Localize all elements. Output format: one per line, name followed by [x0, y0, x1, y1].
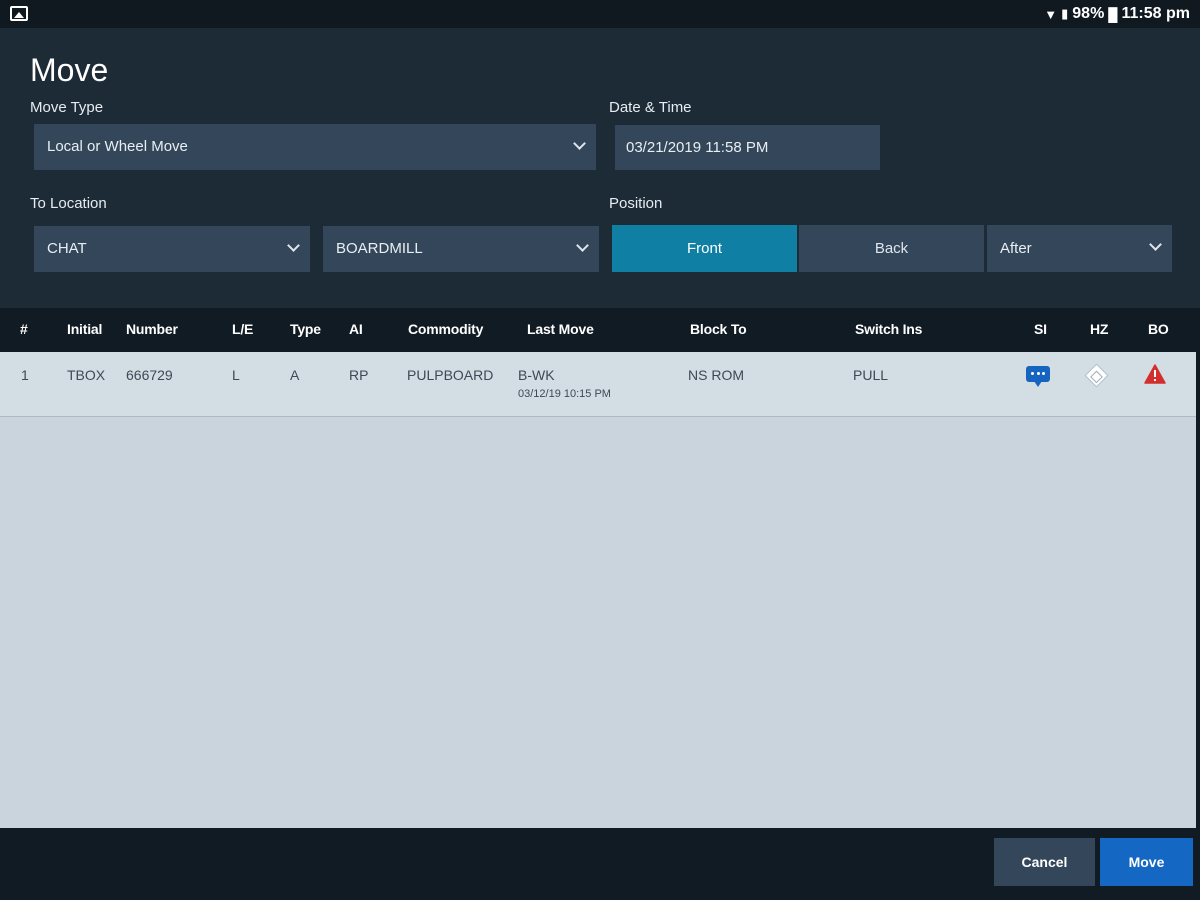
col-block-to: Block To [690, 321, 747, 337]
track-select[interactable]: BOARDMILL [323, 226, 599, 272]
table-header: # Initial Number L/E Type AI Commodity L… [0, 308, 1200, 352]
battery-percent: 98% [1072, 5, 1105, 22]
cell-switch-ins: PULL [853, 367, 889, 383]
cell-type: A [290, 367, 300, 383]
wifi-icon: ▼ [1044, 6, 1058, 22]
track-value: BOARDMILL [336, 240, 423, 257]
table-edge [1196, 352, 1200, 828]
col-initial: Initial [67, 321, 103, 337]
status-indicators: ▼ ▮ 98% █ 11:58 pm [1044, 5, 1190, 23]
position-back-button[interactable]: Back [799, 225, 984, 272]
position-front-button[interactable]: Front [612, 225, 797, 272]
col-number: Number [126, 321, 178, 337]
datetime-label: Date & Time [609, 99, 692, 116]
cell-block-to: NS ROM [688, 367, 744, 383]
location-value: CHAT [47, 240, 87, 257]
col-type: Type [290, 321, 321, 337]
col-hz: HZ [1090, 321, 1109, 337]
table-row[interactable]: 1 TBOX 666729 L A RP PULPBOARD B-WK 03/1… [0, 352, 1196, 417]
position-label: Position [609, 195, 663, 212]
cell-number: 666729 [126, 367, 173, 383]
col-si: SI [1034, 321, 1047, 337]
move-type-label: Move Type [30, 99, 104, 116]
col-ai: AI [349, 321, 363, 337]
cell-commodity: PULPBOARD [407, 367, 494, 383]
cell-initial: TBOX [67, 367, 106, 383]
col-switch-ins: Switch Ins [855, 321, 923, 337]
col-bo: BO [1148, 321, 1169, 337]
position-after-value: After [1000, 240, 1032, 257]
position-after-select[interactable]: After [987, 225, 1172, 272]
location-select[interactable]: CHAT [34, 226, 310, 272]
datetime-field[interactable]: 03/21/2019 11:58 PM [615, 125, 880, 170]
col-le: L/E [232, 321, 254, 337]
move-form: Move Move Type Local or Wheel Move Date … [0, 28, 1200, 308]
clock: 11:58 pm [1121, 5, 1190, 22]
cell-le: L [232, 367, 240, 383]
move-type-value: Local or Wheel Move [47, 138, 188, 155]
to-location-label: To Location [30, 195, 107, 212]
gallery-icon [10, 6, 28, 21]
move-type-select[interactable]: Local or Wheel Move [34, 124, 596, 170]
battery-icon: █ [1108, 6, 1118, 22]
cell-last-move: B-WK [518, 367, 555, 383]
footer-bar: Cancel Move [0, 828, 1200, 900]
chevron-down-icon [287, 239, 300, 252]
chevron-down-icon [573, 137, 586, 150]
page-title: Move [30, 52, 109, 88]
signal-icon: ▮ [1061, 6, 1069, 21]
chevron-down-icon [576, 239, 589, 252]
comment-icon[interactable] [1026, 366, 1050, 387]
cancel-button[interactable]: Cancel [994, 838, 1095, 886]
chevron-down-icon [1149, 238, 1162, 251]
col-commodity: Commodity [408, 321, 484, 337]
move-button[interactable]: Move [1100, 838, 1193, 886]
col-num: # [20, 321, 28, 337]
col-last-move: Last Move [527, 321, 594, 337]
cell-ai: RP [349, 367, 369, 383]
datetime-value: 03/21/2019 11:58 PM [626, 139, 769, 156]
cell-last-move-time: 03/12/19 10:15 PM [518, 388, 611, 400]
table-body: 1 TBOX 666729 L A RP PULPBOARD B-WK 03/1… [0, 352, 1196, 828]
cell-num: 1 [21, 367, 29, 383]
status-bar: ▼ ▮ 98% █ 11:58 pm [0, 0, 1200, 28]
hazmat-diamond-icon[interactable] [1084, 363, 1109, 388]
warning-triangle-icon[interactable] [1144, 364, 1166, 384]
